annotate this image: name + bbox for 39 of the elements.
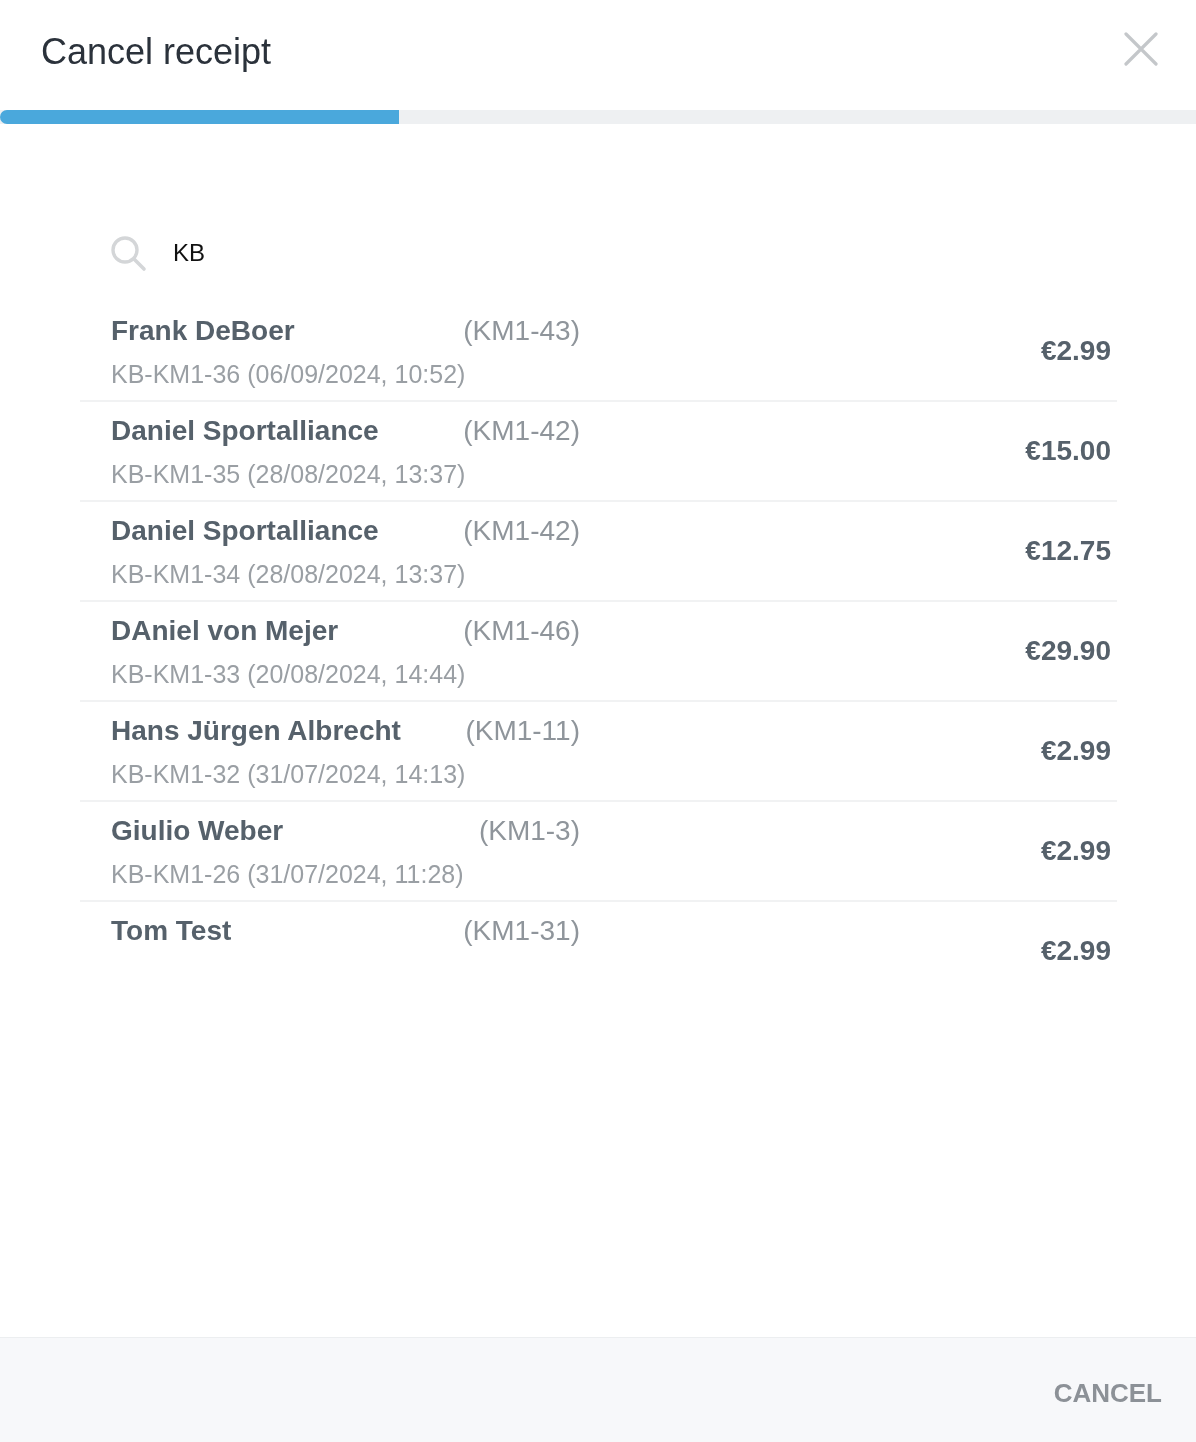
customer-name: Hans Jürgen Albrecht — [111, 714, 401, 748]
customer-id: (KM1-11) — [465, 714, 580, 748]
receipt-detail: KB-KM1-33 (20/08/2024, 14:44) — [111, 659, 466, 690]
customer-name: Giulio Weber — [111, 814, 284, 848]
receipt-amount: €15.00 — [1025, 434, 1111, 468]
customer-id: (KM1-42) — [463, 414, 580, 448]
receipt-detail: KB-KM1-26 (31/07/2024, 11:28) — [111, 859, 464, 890]
receipt-amount: €2.99 — [1040, 734, 1111, 768]
customer-id: (KM1-42) — [463, 514, 580, 548]
customer-name: Daniel Sportalliance — [111, 514, 379, 548]
customer-name: DAniel von Mejer — [111, 614, 339, 648]
receipt-item[interactable]: Frank DeBoer (KM1-43) KB-KM1-36 (06/09/2024, 10:52) €2.99 — [80, 302, 1117, 402]
receipt-detail: KB-KM1-35 (28/08/2024, 13:37) — [111, 459, 466, 490]
customer-name: Daniel Sportalliance — [111, 414, 379, 448]
search-field[interactable]: KB — [173, 233, 593, 273]
customer-id: (KM1-43) — [463, 314, 580, 348]
receipt-item[interactable]: Tom Test (KM1-31) €2.99 — [80, 902, 1117, 1000]
receipt-amount: €12.75 — [1025, 534, 1111, 568]
dialog-title: Cancel receipt — [41, 30, 272, 74]
customer-name: Frank DeBoer — [111, 314, 295, 348]
receipt-detail: KB-KM1-36 (06/09/2024, 10:52) — [111, 359, 466, 390]
receipt-amount: €29.90 — [1025, 634, 1111, 668]
receipt-item[interactable]: Daniel Sportalliance (KM1-42) KB-KM1-34 (28/08/2024, 13:37) €12.75 — [80, 502, 1117, 602]
close-button[interactable] — [1124, 32, 1158, 66]
customer-id: (KM1-31) — [463, 914, 580, 948]
receipt-amount: €2.99 — [1040, 934, 1111, 968]
receipt-detail: KB-KM1-32 (31/07/2024, 14:13) — [111, 759, 466, 790]
receipt-item[interactable]: Hans Jürgen Albrecht (KM1-11) KB-KM1-32 (31/07/2024, 14:13) €2.99 — [80, 702, 1117, 802]
customer-id: (KM1-46) — [463, 614, 580, 648]
customer-name: Tom Test — [111, 914, 232, 948]
close-icon — [1124, 32, 1158, 66]
receipt-item[interactable]: Daniel Sportalliance (KM1-42) KB-KM1-35 (28/08/2024, 13:37) €15.00 — [80, 402, 1117, 502]
receipt-item[interactable]: DAniel von Mejer (KM1-46) KB-KM1-33 (20/08/2024, 14:44) €29.90 — [80, 602, 1117, 702]
receipt-amount: €2.99 — [1040, 834, 1111, 868]
customer-id: (KM1-3) — [478, 814, 580, 848]
receipt-amount: €2.99 — [1040, 334, 1111, 368]
search-icon — [110, 234, 147, 272]
receipt-detail: KB-KM1-34 (28/08/2024, 13:37) — [111, 559, 466, 590]
receipt-item[interactable]: Giulio Weber (KM1-3) KB-KM1-26 (31/07/2024, 11:28) €2.99 — [80, 802, 1117, 902]
